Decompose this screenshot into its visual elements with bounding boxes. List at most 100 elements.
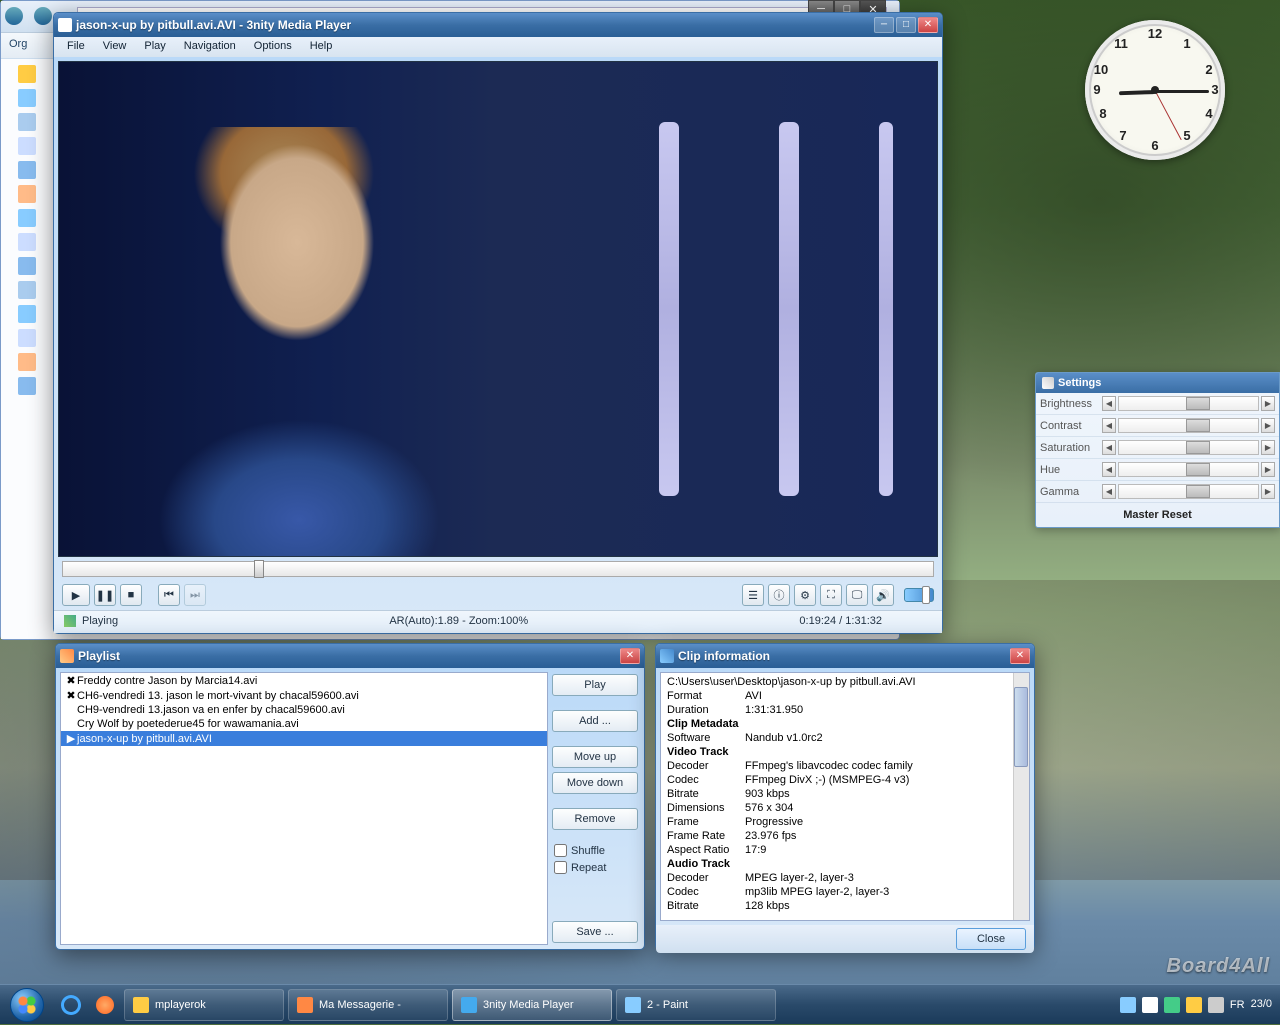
scrollbar-thumb[interactable] bbox=[1014, 687, 1028, 767]
slider-track[interactable] bbox=[1118, 440, 1259, 455]
fullscreen-icon[interactable]: ⛶ bbox=[820, 584, 842, 606]
decrease-icon[interactable]: ◀ bbox=[1102, 440, 1116, 455]
nav-icon[interactable] bbox=[18, 281, 36, 299]
slider-track[interactable] bbox=[1118, 418, 1259, 433]
taskbar-app[interactable]: mplayerok bbox=[124, 989, 284, 1021]
titlebar[interactable]: Clip information ✕ bbox=[656, 644, 1034, 668]
menu-help[interactable]: Help bbox=[301, 37, 342, 57]
organize-label[interactable]: Org bbox=[9, 38, 27, 50]
increase-icon[interactable]: ▶ bbox=[1261, 440, 1275, 455]
decrease-icon[interactable]: ◀ bbox=[1102, 396, 1116, 411]
add-button[interactable]: Add ... bbox=[552, 710, 638, 732]
close-button[interactable]: Close bbox=[956, 928, 1026, 950]
monitor-icon[interactable]: 🖵 bbox=[846, 584, 868, 606]
nav-icon[interactable] bbox=[18, 329, 36, 347]
maximize-button[interactable]: □ bbox=[896, 17, 916, 33]
nav-icon[interactable] bbox=[18, 113, 36, 131]
slider-thumb[interactable] bbox=[1186, 485, 1210, 498]
tray-icon[interactable] bbox=[1186, 997, 1202, 1013]
repeat-checkbox[interactable]: Repeat bbox=[552, 861, 638, 874]
slider-thumb[interactable] bbox=[1186, 441, 1210, 454]
remove-button[interactable]: Remove bbox=[552, 808, 638, 830]
increase-icon[interactable]: ▶ bbox=[1261, 484, 1275, 499]
nav-icon[interactable] bbox=[18, 89, 36, 107]
back-icon[interactable] bbox=[5, 7, 23, 25]
close-button[interactable]: ✕ bbox=[620, 648, 640, 664]
start-button[interactable] bbox=[0, 985, 54, 1025]
favorites-icon[interactable] bbox=[18, 65, 36, 83]
nav-icon[interactable] bbox=[18, 377, 36, 395]
menu-navigation[interactable]: Navigation bbox=[175, 37, 245, 57]
close-button[interactable]: ✕ bbox=[1010, 648, 1030, 664]
app-icon bbox=[625, 997, 641, 1013]
playlist-item[interactable]: ✖CH6-vendredi 13. jason le mort-vivant b… bbox=[61, 688, 547, 703]
titlebar[interactable]: Playlist ✕ bbox=[56, 644, 644, 668]
pause-button[interactable]: ❚❚ bbox=[94, 584, 116, 606]
menu-view[interactable]: View bbox=[94, 37, 136, 57]
menu-options[interactable]: Options bbox=[245, 37, 301, 57]
shuffle-checkbox[interactable]: Shuffle bbox=[552, 844, 638, 857]
decrease-icon[interactable]: ◀ bbox=[1102, 462, 1116, 477]
next-button[interactable]: ⏭ bbox=[184, 584, 206, 606]
play-button[interactable]: ▶ bbox=[62, 584, 90, 606]
nav-icon[interactable] bbox=[18, 257, 36, 275]
increase-icon[interactable]: ▶ bbox=[1261, 396, 1275, 411]
nav-icon[interactable] bbox=[18, 185, 36, 203]
slider-track[interactable] bbox=[1118, 484, 1259, 499]
titlebar[interactable]: jason-x-up by pitbull.avi.AVI - 3nity Me… bbox=[54, 13, 942, 37]
menu-file[interactable]: File bbox=[58, 37, 94, 57]
taskbar-app[interactable]: 3nity Media Player bbox=[452, 989, 612, 1021]
slider-thumb[interactable] bbox=[1186, 419, 1210, 432]
nav-icon[interactable] bbox=[18, 305, 36, 323]
taskbar-date[interactable]: 23/0 bbox=[1251, 998, 1272, 1011]
nav-icon[interactable] bbox=[18, 233, 36, 251]
scrollbar[interactable] bbox=[1013, 673, 1029, 920]
stop-button[interactable]: ■ bbox=[120, 584, 142, 606]
nav-icon[interactable] bbox=[18, 137, 36, 155]
slider-track[interactable] bbox=[1118, 396, 1259, 411]
slider-track[interactable] bbox=[1118, 462, 1259, 477]
slider-thumb[interactable] bbox=[1186, 397, 1210, 410]
seek-slider[interactable] bbox=[62, 561, 934, 577]
playlist-list[interactable]: ✖Freddy contre Jason by Marcia14.avi✖CH6… bbox=[60, 672, 548, 945]
menu-play[interactable]: Play bbox=[135, 37, 174, 57]
taskbar-app[interactable]: Ma Messagerie - bbox=[288, 989, 448, 1021]
playlist-item[interactable]: ▶jason-x-up by pitbull.avi.AVI bbox=[61, 731, 547, 746]
movedown-button[interactable]: Move down bbox=[552, 772, 638, 794]
settings-icon[interactable]: ⚙ bbox=[794, 584, 816, 606]
prev-button[interactable]: ⏮ bbox=[158, 584, 180, 606]
minimize-button[interactable]: ─ bbox=[874, 17, 894, 33]
nav-icon[interactable] bbox=[18, 161, 36, 179]
volume-slider[interactable] bbox=[904, 588, 934, 602]
increase-icon[interactable]: ▶ bbox=[1261, 462, 1275, 477]
playlist-icon[interactable]: ☰ bbox=[742, 584, 764, 606]
increase-icon[interactable]: ▶ bbox=[1261, 418, 1275, 433]
ie-icon[interactable] bbox=[56, 990, 86, 1020]
info-icon[interactable]: ⓘ bbox=[768, 584, 790, 606]
playlist-item[interactable]: Cry Wolf by poetederue45 for wawamania.a… bbox=[61, 717, 547, 731]
forward-icon[interactable] bbox=[34, 7, 52, 25]
playlist-item[interactable]: ✖Freddy contre Jason by Marcia14.avi bbox=[61, 673, 547, 688]
seek-thumb[interactable] bbox=[254, 560, 264, 578]
language-indicator[interactable]: FR bbox=[1230, 999, 1245, 1011]
wmp-icon[interactable] bbox=[90, 990, 120, 1020]
save-button[interactable]: Save ... bbox=[552, 921, 638, 943]
volume-icon[interactable]: 🔊 bbox=[872, 584, 894, 606]
nav-icon[interactable] bbox=[18, 353, 36, 371]
decrease-icon[interactable]: ◀ bbox=[1102, 418, 1116, 433]
taskbar-app[interactable]: 2 - Paint bbox=[616, 989, 776, 1021]
desktop-clock-gadget[interactable]: 12 1 2 3 4 5 6 7 8 9 10 11 bbox=[1085, 20, 1225, 160]
tray-icon[interactable] bbox=[1164, 997, 1180, 1013]
slider-thumb[interactable] bbox=[1186, 463, 1210, 476]
master-reset-button[interactable]: Master Reset bbox=[1036, 503, 1279, 527]
play-button[interactable]: Play bbox=[552, 674, 638, 696]
volume-icon[interactable] bbox=[1208, 997, 1224, 1013]
tray-icon[interactable] bbox=[1142, 997, 1158, 1013]
playlist-item[interactable]: CH9-vendredi 13.jason va en enfer by cha… bbox=[61, 703, 547, 717]
video-area[interactable] bbox=[58, 61, 938, 557]
tray-icon[interactable] bbox=[1120, 997, 1136, 1013]
decrease-icon[interactable]: ◀ bbox=[1102, 484, 1116, 499]
moveup-button[interactable]: Move up bbox=[552, 746, 638, 768]
close-button[interactable]: ✕ bbox=[918, 17, 938, 33]
nav-icon[interactable] bbox=[18, 209, 36, 227]
